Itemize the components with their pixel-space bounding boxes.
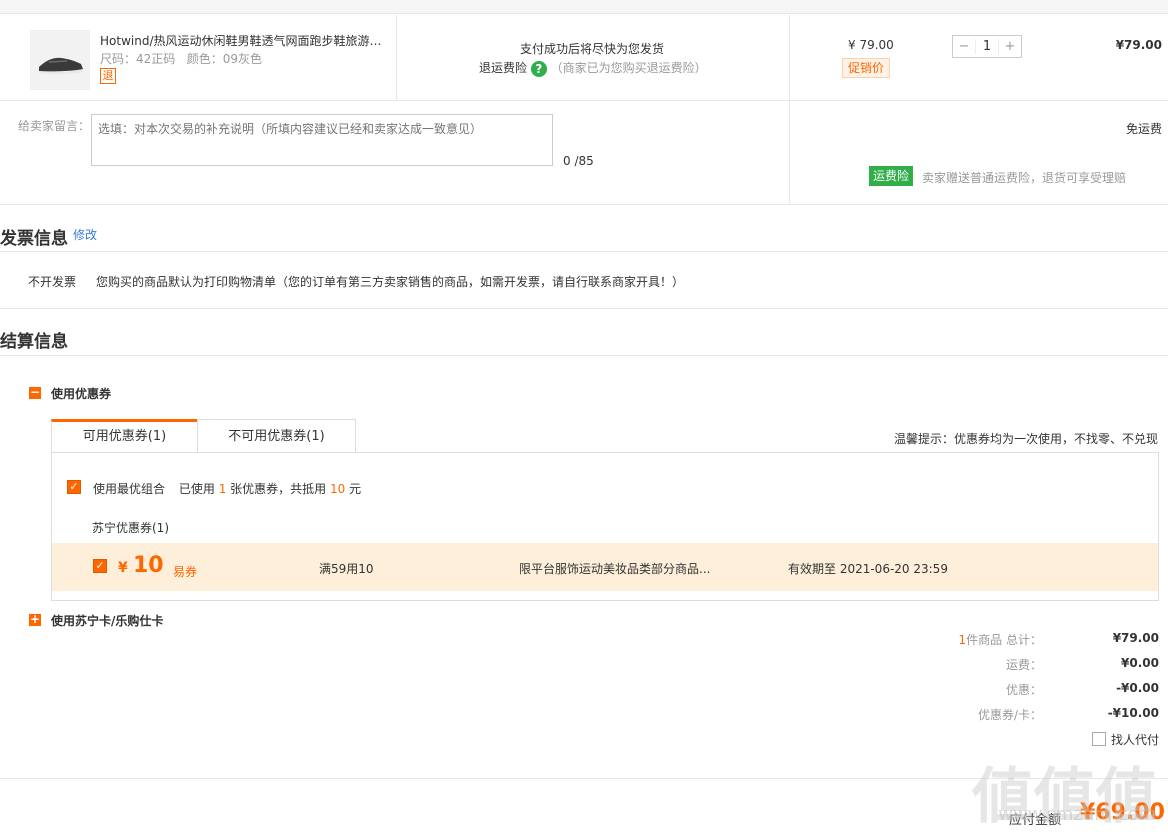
insurance-note: （商家已为您购买退运费险）	[550, 61, 707, 75]
freight-label: 运费：	[1005, 658, 1042, 672]
message-label: 给卖家留言：	[18, 119, 91, 133]
invoice-edit-link[interactable]: 修改	[73, 226, 97, 243]
coupon-card-value: -¥10.00	[1107, 706, 1159, 720]
coupon-card-label: 优惠券/卡：	[977, 708, 1042, 722]
best-combo-checkbox[interactable]: ✓	[67, 480, 81, 494]
best-combo-label: 使用最优组合	[93, 482, 166, 496]
message-counter: 0 /85	[563, 154, 594, 168]
shipping-insurance-badge: 运费险	[869, 166, 913, 186]
used-mid: 张优惠券，共抵用	[230, 482, 327, 496]
invoice-type: 不开发票	[28, 275, 77, 289]
product-attributes: 尺码：42正码 颜色：09灰色	[100, 52, 262, 66]
items-total-value: ¥79.00	[1112, 631, 1159, 645]
divider	[0, 100, 1168, 101]
card-section-toggle[interactable]: 使用苏宁卡/乐购仕卡	[51, 612, 163, 629]
divider	[0, 308, 1168, 309]
invoice-note: 您购买的商品默认为打印购物清单（您的订单有第三方卖家销售的商品，如需开发票，请自…	[96, 275, 685, 289]
proxy-pay-checkbox[interactable]	[1092, 732, 1106, 746]
proxy-pay-label[interactable]: 找人代付	[1111, 731, 1159, 748]
shipping-insurance-note: 卖家赠送普通运费险，退货可享受理赔	[922, 171, 1127, 185]
ship-notice: 支付成功后将尽快为您发货	[520, 42, 665, 56]
insurance-row: 退运费险 ? （商家已为您购买退运费险）	[479, 59, 707, 77]
tab-available-coupons[interactable]: 可用优惠券(1)	[51, 419, 198, 453]
divider	[396, 15, 397, 101]
quantity-stepper: − 1 +	[952, 35, 1022, 58]
seller-message-input[interactable]	[91, 114, 553, 166]
free-shipping: 免运费	[1125, 122, 1162, 136]
question-help-icon[interactable]: ?	[530, 60, 547, 77]
tab-unavailable-coupons[interactable]: 不可用优惠券(1)	[197, 419, 356, 453]
expand-plus-icon[interactable]: +	[29, 613, 41, 626]
used-amount: 10	[330, 482, 346, 496]
items-label-text: 件商品 总计：	[966, 633, 1042, 647]
insurance-label: 退运费险	[479, 61, 528, 75]
coupon-section-toggle[interactable]: 使用优惠券	[51, 385, 111, 402]
return-badge: 退	[100, 68, 116, 84]
coupon-scope: 限平台服饰运动美妆品类部分商品...	[519, 562, 711, 576]
top-strip	[0, 0, 1168, 14]
divider	[0, 251, 1168, 252]
coupon-checkbox[interactable]: ✓	[93, 559, 107, 573]
used-pre: 已使用	[178, 482, 215, 496]
collapse-minus-icon[interactable]: −	[29, 386, 41, 399]
divider	[0, 204, 1168, 205]
qty-input[interactable]: 1	[975, 39, 999, 54]
coupon-currency: ¥	[118, 560, 128, 576]
used-unit: 元	[349, 482, 362, 496]
items-total-label: 1件商品 总计：	[902, 631, 1042, 648]
coupon-type: 易券	[173, 565, 198, 579]
product-thumbnail[interactable]	[30, 30, 90, 90]
promo-price-badge: 促销价	[842, 58, 891, 78]
best-combo-row: 使用最优组合 已使用 1 张优惠券，共抵用 10 元	[93, 480, 361, 497]
invoice-title: 发票信息	[0, 229, 68, 249]
coupon-expiry: 有效期至 2021-06-20 23:59	[788, 562, 948, 576]
discount-value: -¥0.00	[1116, 681, 1159, 695]
divider	[789, 15, 790, 205]
divider	[0, 355, 1168, 356]
qty-minus-button[interactable]: −	[953, 39, 975, 54]
settlement-title: 结算信息	[0, 332, 68, 352]
used-count: 1	[218, 482, 227, 496]
coupon-tip: 温馨提示：优惠券均为一次使用，不找零、不兑现	[894, 432, 1159, 446]
coupon-group-label: 苏宁优惠券(1)	[92, 521, 169, 535]
watermark-url: www.smzdm.com	[998, 804, 1156, 825]
product-subtotal: ¥79.00	[1115, 38, 1162, 52]
discount-label: 优惠：	[1005, 683, 1042, 697]
freight-value: ¥0.00	[1121, 656, 1159, 670]
qty-plus-button[interactable]: +	[999, 39, 1021, 54]
coupon-amount: 10	[133, 553, 164, 578]
product-name-link[interactable]: Hotwind/热风运动休闲鞋男鞋透气网面跑步鞋旅游…	[100, 32, 390, 49]
coupon-condition: 满59用10	[319, 562, 374, 576]
unit-price: ¥ 79.00	[848, 38, 894, 52]
